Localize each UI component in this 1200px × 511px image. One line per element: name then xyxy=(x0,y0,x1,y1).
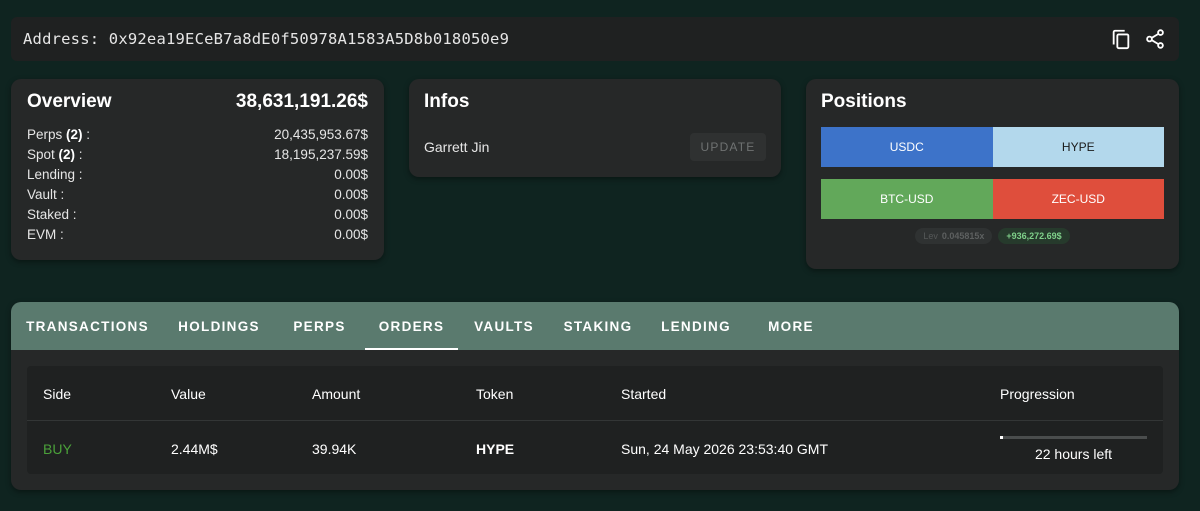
overview-row-label: Perps (2) : xyxy=(27,125,90,145)
order-side: BUY xyxy=(43,440,72,457)
overview-row-label: Spot (2) : xyxy=(27,145,83,165)
leverage-label: Lev xyxy=(923,231,938,241)
order-value: 2.44M$ xyxy=(171,440,218,457)
overview-row-value: 0.00$ xyxy=(334,207,368,222)
positions-footer: Lev 0.045815x +936,272.69$ xyxy=(821,228,1164,244)
progress-fill xyxy=(1000,435,1003,439)
overview-row-value: 20,435,953.67$ xyxy=(274,127,368,142)
leverage-badge: Lev 0.045815x xyxy=(915,228,993,244)
copy-icon[interactable] xyxy=(1109,27,1133,51)
overview-rows: Perps (2) : 20,435,953.67$ Spot (2) : 18… xyxy=(27,125,368,245)
address-actions xyxy=(1109,27,1167,51)
overview-label-text: Spot xyxy=(27,147,55,162)
tab-holdings[interactable]: HOLDINGS xyxy=(164,302,274,350)
overview-row-lending: Lending : 0.00$ xyxy=(27,165,368,185)
overview-card: Overview 38,631,191.26$ Perps (2) : 20,4… xyxy=(11,79,384,260)
column-header-started[interactable]: Started xyxy=(621,366,666,421)
tab-vaults[interactable]: VAULTS xyxy=(458,302,550,350)
infos-name: Garrett Jin xyxy=(424,139,490,155)
leverage-value: 0.045815x xyxy=(941,231,985,241)
overview-row-label: Lending : xyxy=(27,167,83,182)
overview-count: (2) xyxy=(58,147,76,162)
overview-label-text: Perps xyxy=(27,127,63,142)
overview-row-staked: Staked : 0.00$ xyxy=(27,205,368,225)
tab-perps[interactable]: PERPS xyxy=(274,302,365,350)
overview-count: (2) xyxy=(66,127,83,142)
share-icon[interactable] xyxy=(1143,27,1167,51)
position-segment-btc-usd[interactable]: BTC-USD xyxy=(821,179,993,219)
overview-row-vault: Vault : 0.00$ xyxy=(27,185,368,205)
overview-row-perps: Perps (2) : 20,435,953.67$ xyxy=(27,125,368,145)
overview-row-value: 0.00$ xyxy=(334,227,368,242)
pnl-badge: +936,272.69$ xyxy=(998,228,1070,244)
overview-suffix: : xyxy=(75,147,83,162)
overview-suffix: : xyxy=(82,127,91,142)
overview-row-value: 0.00$ xyxy=(334,187,368,202)
overview-total: 38,631,191.26$ xyxy=(235,91,368,112)
overview-row-label: Vault : xyxy=(27,187,65,202)
overview-row-spot: Spot (2) : 18,195,237.59$ xyxy=(27,145,368,165)
orders-table: Side Value Amount Token Started Progress… xyxy=(27,366,1163,474)
overview-row-value: 0.00$ xyxy=(334,167,368,182)
table-row[interactable]: BUY 2.44M$ 39.94K HYPE Sun, 24 May 2026 … xyxy=(27,421,1163,476)
position-segment-hype[interactable]: HYPE xyxy=(992,127,1164,167)
tab-bar: TRANSACTIONS HOLDINGS PERPS ORDERS VAULT… xyxy=(11,302,1179,350)
orders-table-header: Side Value Amount Token Started Progress… xyxy=(27,366,1163,421)
tabs-panel: TRANSACTIONS HOLDINGS PERPS ORDERS VAULT… xyxy=(11,302,1179,490)
tab-lending[interactable]: LENDING xyxy=(646,302,746,350)
tab-orders[interactable]: ORDERS xyxy=(365,302,458,350)
infos-body: Garrett Jin UPDATE xyxy=(424,133,766,161)
infos-card: Infos Garrett Jin UPDATE xyxy=(409,79,781,177)
address-bar: Address: 0x92ea19ECeB7a8dE0f50978A1583A5… xyxy=(11,17,1179,61)
tab-more[interactable]: MORE xyxy=(746,302,836,350)
order-token: HYPE xyxy=(476,440,515,457)
overview-title: Overview xyxy=(27,91,112,112)
column-header-side[interactable]: Side xyxy=(43,366,71,421)
order-started: Sun, 24 May 2026 23:53:40 GMT xyxy=(621,440,829,457)
column-header-token[interactable]: Token xyxy=(476,366,513,421)
update-button[interactable]: UPDATE xyxy=(690,133,766,161)
tab-staking[interactable]: STAKING xyxy=(550,302,646,350)
position-segment-zec-usd[interactable]: ZEC-USD xyxy=(992,179,1164,219)
column-header-progression[interactable]: Progression xyxy=(1000,366,1075,421)
overview-row-value: 18,195,237.59$ xyxy=(274,147,368,162)
progress-text: 22 hours left xyxy=(1034,445,1113,462)
overview-row-evm: EVM : 0.00$ xyxy=(27,225,368,245)
order-progression: 22 hours left xyxy=(1000,421,1147,476)
position-segment-usdc[interactable]: USDC xyxy=(821,127,993,167)
overview-row-label: Staked : xyxy=(27,207,77,222)
positions-card: Positions USDC HYPE BTC-USD ZEC-USD Lev 0… xyxy=(806,79,1179,269)
column-header-amount[interactable]: Amount xyxy=(312,366,360,421)
positions-spot-bar: USDC HYPE xyxy=(821,127,1164,167)
positions-title: Positions xyxy=(821,91,907,112)
progress-track xyxy=(1000,435,1147,439)
column-header-value[interactable]: Value xyxy=(171,366,206,421)
address-text: Address: 0x92ea19ECeB7a8dE0f50978A1583A5… xyxy=(23,30,510,48)
overview-header: Overview 38,631,191.26$ xyxy=(27,91,368,113)
positions-perps-bar: BTC-USD ZEC-USD xyxy=(821,179,1164,219)
order-amount: 39.94K xyxy=(312,440,357,457)
tab-transactions[interactable]: TRANSACTIONS xyxy=(11,302,164,350)
infos-title: Infos xyxy=(424,91,470,112)
overview-row-label: EVM : xyxy=(27,227,64,242)
